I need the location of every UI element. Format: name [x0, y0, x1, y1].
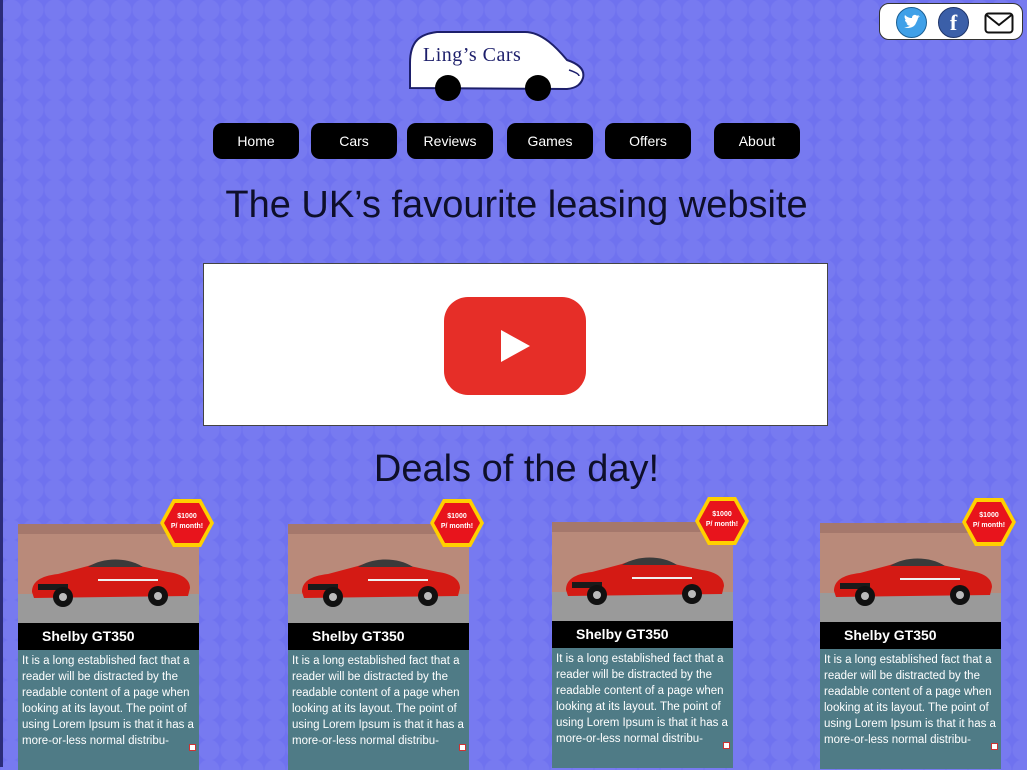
nav-about[interactable]: About	[714, 123, 800, 159]
video-player[interactable]	[203, 263, 828, 426]
nav-home[interactable]: Home	[213, 123, 299, 159]
facebook-icon[interactable]: f	[938, 7, 969, 38]
logo-text: Ling’s Cars	[423, 44, 522, 66]
badge-period: P/ month!	[972, 522, 1006, 529]
expand-icon[interactable]	[991, 743, 998, 750]
deal-car-name: Shelby GT350	[552, 621, 733, 648]
twitter-icon[interactable]	[896, 7, 927, 38]
deals-title: Deals of the day!	[373, 448, 660, 490]
expand-icon[interactable]	[189, 744, 196, 751]
price-badge: $1000 P/ month!	[961, 497, 1017, 547]
mail-icon[interactable]	[984, 12, 1014, 39]
main-nav: Home Cars Reviews Games Offers About	[3, 123, 1027, 159]
expand-icon[interactable]	[459, 744, 466, 751]
badge-price: $1000	[177, 513, 197, 520]
social-links: f	[879, 3, 1023, 40]
nav-cars[interactable]: Cars	[311, 123, 397, 159]
deal-car-name: Shelby GT350	[18, 623, 199, 650]
youtube-play-icon[interactable]	[444, 297, 586, 395]
deal-car-name: Shelby GT350	[288, 623, 469, 650]
price-badge: $1000 P/ month!	[694, 496, 750, 546]
badge-price: $1000	[979, 512, 999, 519]
expand-icon[interactable]	[723, 742, 730, 749]
price-badge: $1000 P/ month!	[429, 498, 485, 548]
nav-offers[interactable]: Offers	[605, 123, 691, 159]
twitter-bird-icon	[904, 14, 920, 28]
badge-price: $1000	[447, 513, 467, 520]
price-badge: $1000 P/ month!	[159, 498, 215, 548]
site-logo[interactable]	[407, 28, 587, 109]
nav-games[interactable]: Games	[507, 123, 593, 159]
deal-description: It is a long established fact that a rea…	[18, 650, 199, 770]
page-headline: The UK’s favourite leasing website	[225, 184, 808, 226]
deal-description: It is a long established fact that a rea…	[820, 649, 1001, 769]
nav-reviews[interactable]: Reviews	[407, 123, 493, 159]
badge-period: P/ month!	[705, 521, 739, 528]
badge-period: P/ month!	[170, 523, 204, 530]
badge-price: $1000	[712, 511, 732, 518]
badge-period: P/ month!	[440, 523, 474, 530]
deal-description: It is a long established fact that a rea…	[552, 648, 733, 768]
deal-description: It is a long established fact that a rea…	[288, 650, 469, 770]
deal-car-name: Shelby GT350	[820, 622, 1001, 649]
